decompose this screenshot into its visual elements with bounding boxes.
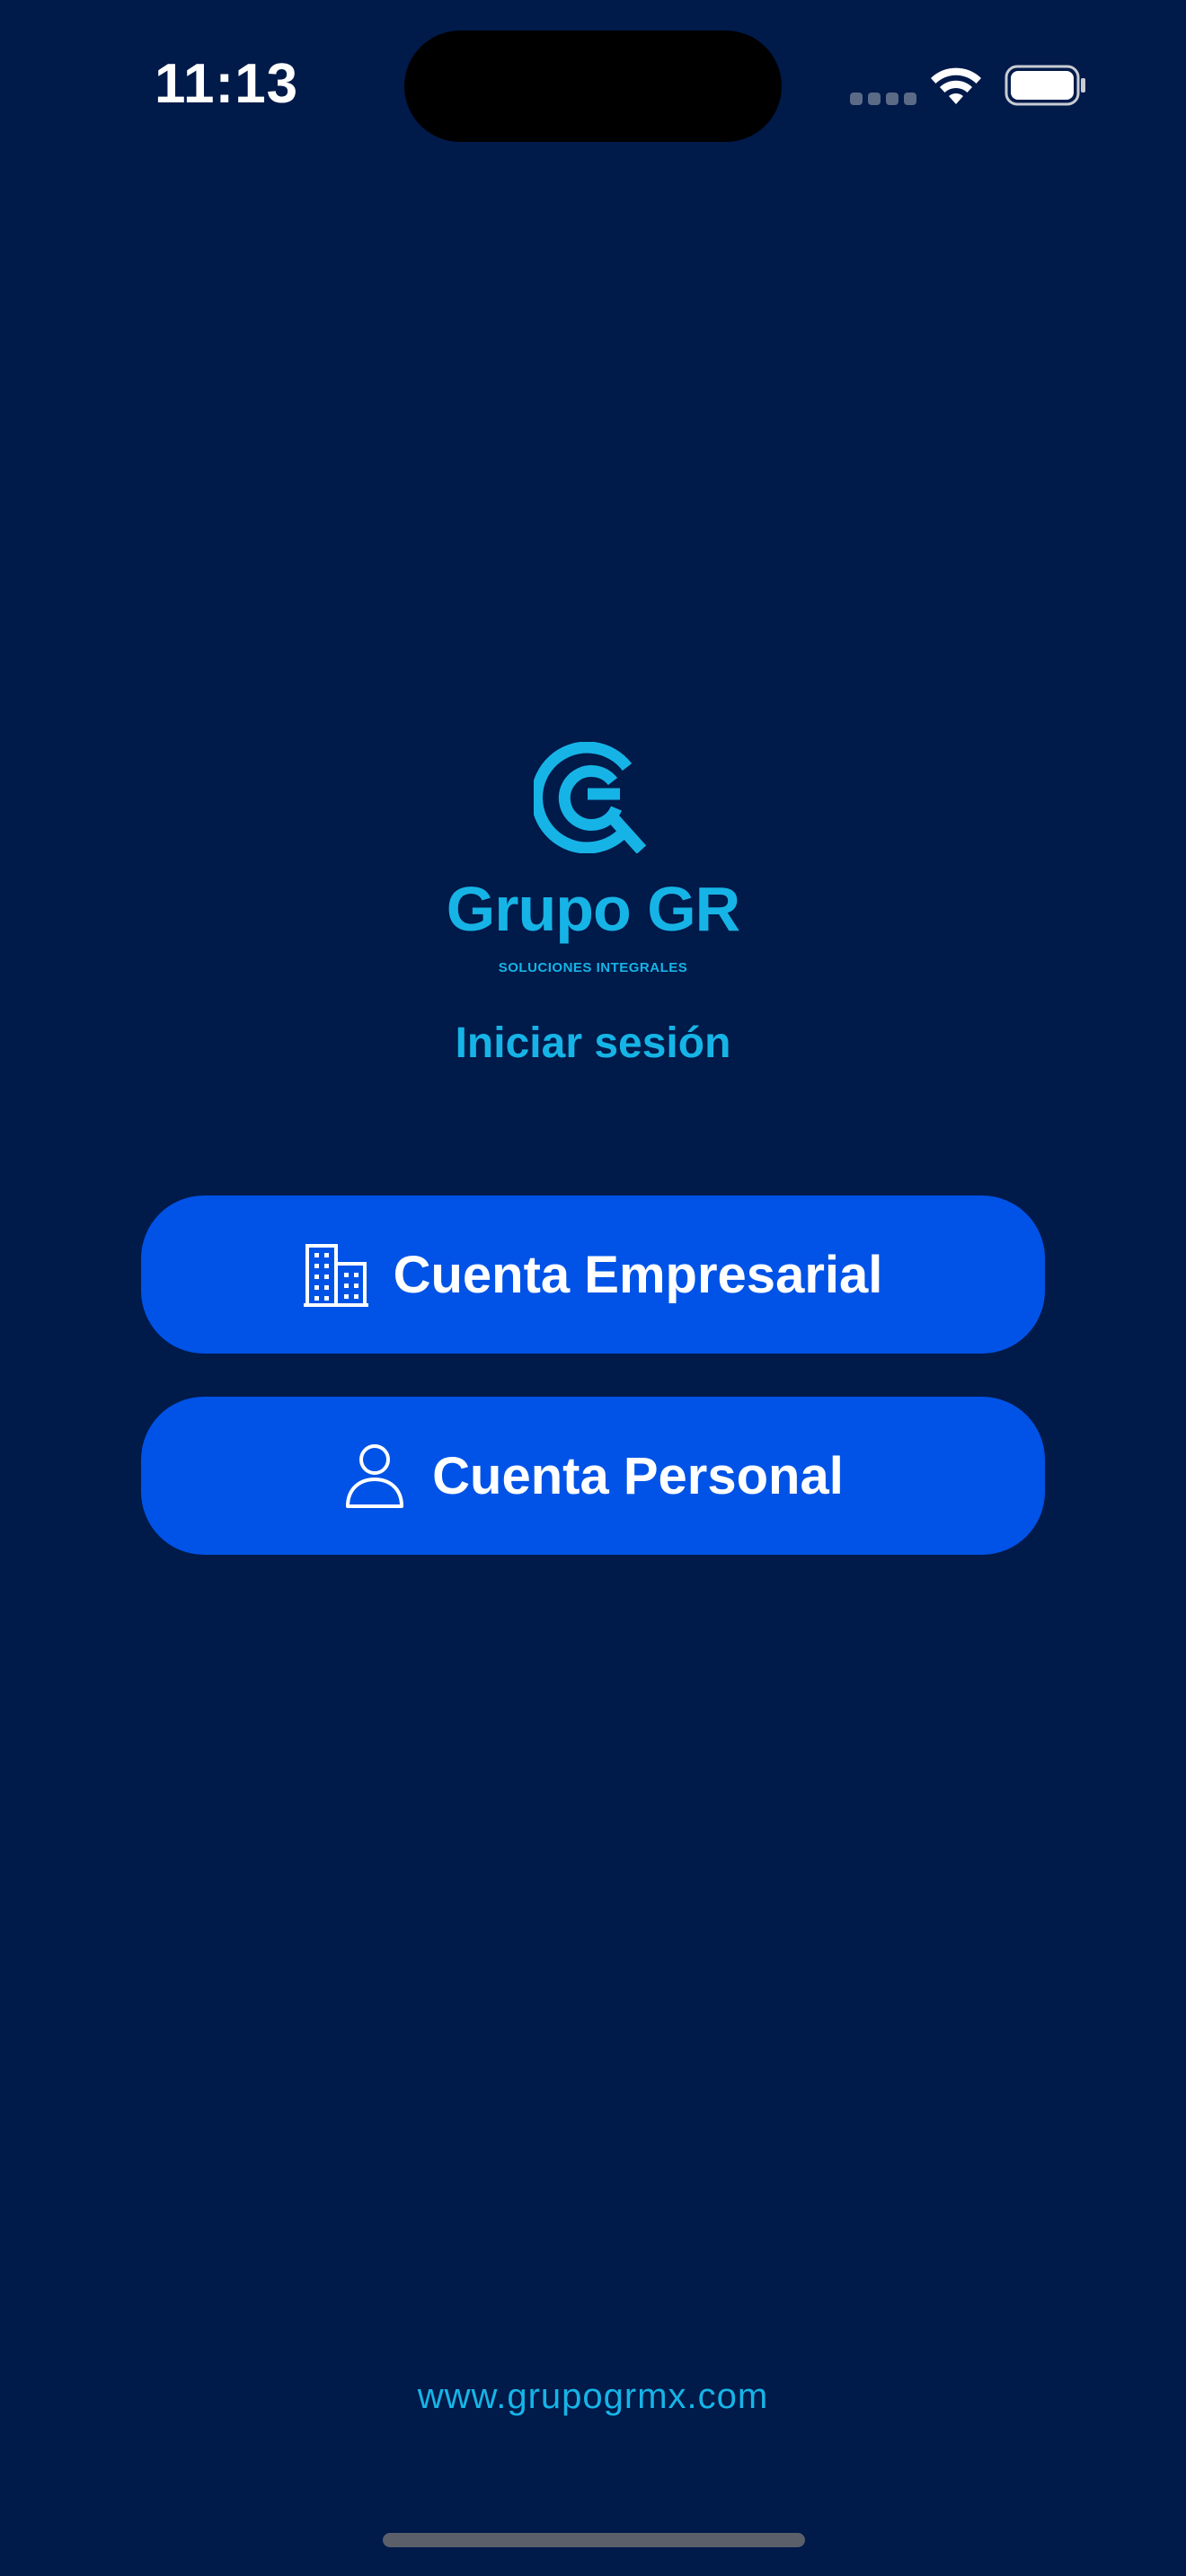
dynamic-island — [404, 31, 782, 142]
login-screen: 11:13 Grupo GR SOLUCIONES INTEGRALES Ini… — [0, 0, 1186, 2576]
personal-account-button[interactable]: Cuenta Personal — [141, 1397, 1045, 1555]
cellular-signal-icon — [850, 93, 916, 105]
building-icon — [303, 1244, 368, 1307]
login-title: Iniciar sesión — [455, 1019, 731, 1067]
wifi-icon — [931, 67, 981, 104]
battery-icon — [1005, 65, 1085, 106]
grupo-gr-logo-icon — [534, 742, 647, 853]
status-time: 11:13 — [155, 53, 299, 115]
personal-account-label: Cuenta Personal — [432, 1446, 844, 1505]
home-indicator[interactable] — [383, 2533, 805, 2547]
person-icon — [346, 1444, 404, 1508]
brand-name: Grupo GR — [446, 874, 740, 944]
brand-tagline: SOLUCIONES INTEGRALES — [498, 960, 688, 975]
business-account-label: Cuenta Empresarial — [393, 1245, 883, 1304]
website-link[interactable]: www.grupogrmx.com — [0, 2377, 1186, 2417]
business-account-button[interactable]: Cuenta Empresarial — [141, 1195, 1045, 1354]
